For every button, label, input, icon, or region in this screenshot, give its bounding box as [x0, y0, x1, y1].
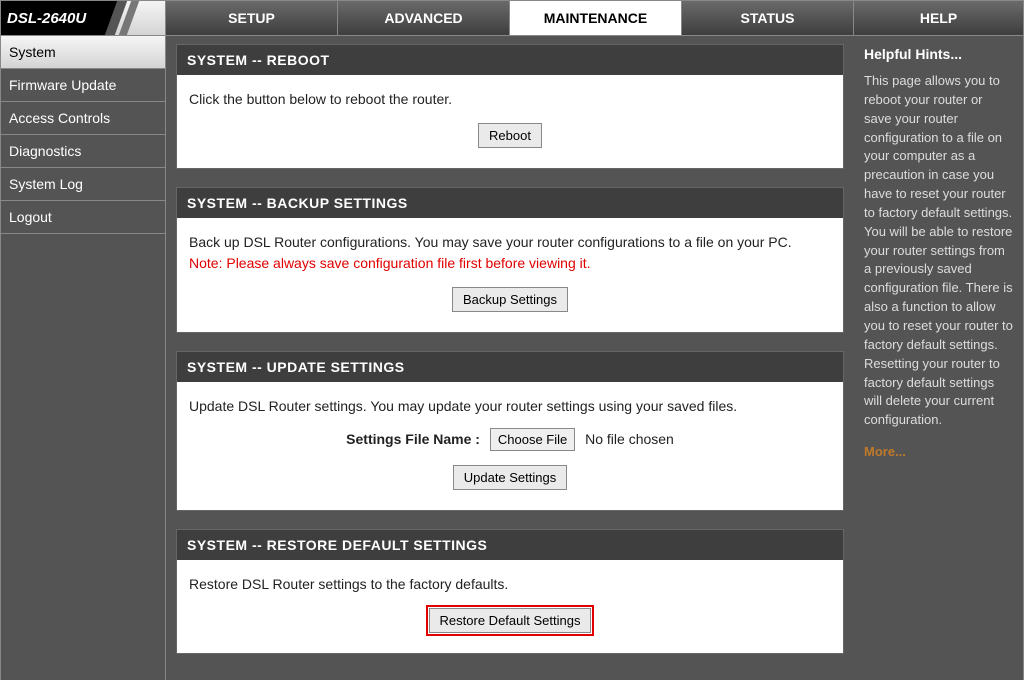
panel-update-title: SYSTEM -- UPDATE SETTINGS	[177, 352, 843, 382]
sidebar-item-access[interactable]: Access Controls	[1, 102, 165, 135]
backup-note: Note: Please always save configuration f…	[189, 253, 831, 273]
sidebar-item-logout[interactable]: Logout	[1, 201, 165, 234]
tab-setup[interactable]: SETUP	[166, 0, 338, 36]
choose-file-button[interactable]: Choose File	[490, 428, 575, 451]
reboot-desc: Click the button below to reboot the rou…	[189, 89, 831, 109]
panel-restore: SYSTEM -- RESTORE DEFAULT SETTINGS Resto…	[176, 529, 844, 654]
backup-settings-button[interactable]: Backup Settings	[452, 287, 568, 312]
help-more-link[interactable]: More...	[864, 444, 906, 459]
top-nav: SETUP ADVANCED MAINTENANCE STATUS	[166, 0, 854, 36]
panel-backup: SYSTEM -- BACKUP SETTINGS Back up DSL Ro…	[176, 187, 844, 333]
logo-cell: DSL-2640U	[0, 0, 166, 36]
sidebar: System Firmware Update Access Controls D…	[0, 36, 166, 680]
tab-status[interactable]: STATUS	[682, 0, 854, 36]
help-column: Helpful Hints... This page allows you to…	[854, 36, 1024, 680]
sidebar-item-systemlog[interactable]: System Log	[1, 168, 165, 201]
restore-default-button[interactable]: Restore Default Settings	[429, 608, 592, 633]
device-model: DSL-2640U	[1, 10, 86, 27]
main-content: SYSTEM -- REBOOT Click the button below …	[166, 36, 854, 680]
backup-desc: Back up DSL Router configurations. You m…	[189, 232, 831, 252]
panel-restore-title: SYSTEM -- RESTORE DEFAULT SETTINGS	[177, 530, 843, 560]
update-desc: Update DSL Router settings. You may upda…	[189, 396, 831, 416]
help-heading: Helpful Hints...	[864, 46, 1013, 62]
help-body: This page allows you to reboot your rout…	[864, 72, 1013, 430]
panel-reboot-title: SYSTEM -- REBOOT	[177, 45, 843, 75]
reboot-button[interactable]: Reboot	[478, 123, 542, 148]
panel-update: SYSTEM -- UPDATE SETTINGS Update DSL Rou…	[176, 351, 844, 511]
tab-advanced[interactable]: ADVANCED	[338, 0, 510, 36]
restore-desc: Restore DSL Router settings to the facto…	[189, 574, 831, 594]
update-settings-button[interactable]: Update Settings	[453, 465, 568, 490]
sidebar-item-system[interactable]: System	[1, 36, 165, 69]
tab-help[interactable]: HELP	[854, 0, 1024, 36]
file-label: Settings File Name :	[346, 431, 480, 447]
tab-maintenance[interactable]: MAINTENANCE	[510, 0, 682, 36]
sidebar-item-firmware[interactable]: Firmware Update	[1, 69, 165, 102]
panel-reboot: SYSTEM -- REBOOT Click the button below …	[176, 44, 844, 169]
panel-backup-title: SYSTEM -- BACKUP SETTINGS	[177, 188, 843, 218]
sidebar-item-diagnostics[interactable]: Diagnostics	[1, 135, 165, 168]
file-chosen-state: No file chosen	[585, 431, 674, 447]
